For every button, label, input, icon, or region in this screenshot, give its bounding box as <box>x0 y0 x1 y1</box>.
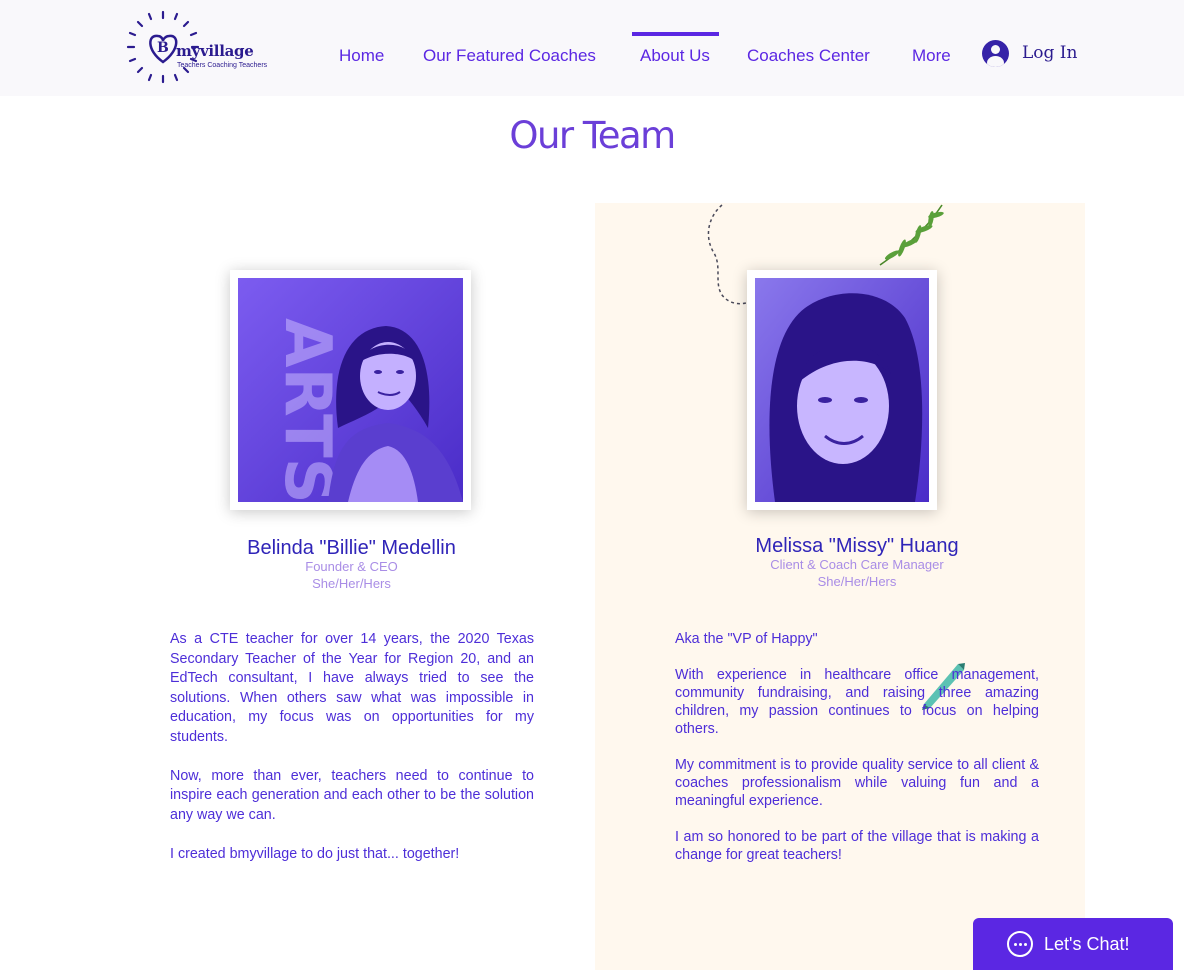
member-name: Melissa "Missy" Huang <box>755 535 959 557</box>
member-bio: Aka the "VP of Happy" With experience in… <box>675 630 1039 882</box>
nav-item-featured-coaches[interactable]: Our Featured Coaches <box>423 46 596 66</box>
nav-item-coaches-center[interactable]: Coaches Center <box>747 46 870 66</box>
bio-paragraph: Now, more than ever, teachers need to co… <box>170 767 534 823</box>
bio-paragraph: I created bmyvillage to do just that... … <box>170 845 460 862</box>
member-title: Client & Coach Care Manager <box>770 557 944 572</box>
login-label: Log In <box>1022 43 1078 63</box>
bio-paragraph: Aka the "VP of Happy" <box>675 631 818 647</box>
bio-paragraph: I am so honored to be part of the villag… <box>675 829 1039 863</box>
leaf-branch-decoration <box>879 204 944 266</box>
bio-paragraph: With experience in healthcare office man… <box>675 667 1039 737</box>
member-photo <box>755 278 929 502</box>
nav-item-home[interactable]: Home <box>339 46 384 66</box>
page-title: Our Team <box>509 114 676 157</box>
logo-brand-text: myvillage <box>176 42 254 60</box>
nav-item-more[interactable]: More <box>912 46 951 66</box>
member-photo: ARTS <box>238 278 463 502</box>
member-name: Belinda "Billie" Medellin <box>247 537 456 559</box>
bmyvillage-logo[interactable]: B myvillage Teachers Coaching Teachers <box>124 8 268 88</box>
portrait-image: ARTS <box>238 278 463 502</box>
member-photo-frame: ARTS <box>230 270 471 510</box>
chat-bubble-icon <box>1007 931 1033 957</box>
bio-paragraph: My commitment is to provide quality serv… <box>675 757 1039 809</box>
logo-letter: B <box>157 40 169 56</box>
chat-widget-button[interactable]: Let's Chat! <box>973 918 1173 970</box>
member-photo-frame <box>747 270 937 510</box>
bio-paragraph: As a CTE teacher for over 14 years, the … <box>170 631 534 745</box>
active-tab-indicator <box>632 32 719 36</box>
member-pronouns: She/Her/Hers <box>312 576 391 591</box>
user-avatar-icon <box>982 39 1009 67</box>
member-title: Founder & CEO <box>305 559 398 574</box>
portrait-image <box>755 278 929 502</box>
chat-label: Let's Chat! <box>1044 933 1130 954</box>
logo-tagline: Teachers Coaching Teachers <box>177 62 268 69</box>
login-button[interactable]: Log In <box>982 38 1077 68</box>
member-bio: As a CTE teacher for over 14 years, the … <box>170 630 534 884</box>
nav-item-about-us[interactable]: About Us <box>640 46 710 66</box>
site-header: B myvillage Teachers Coaching Teachers H… <box>0 0 1184 96</box>
member-pronouns: She/Her/Hers <box>817 574 897 589</box>
